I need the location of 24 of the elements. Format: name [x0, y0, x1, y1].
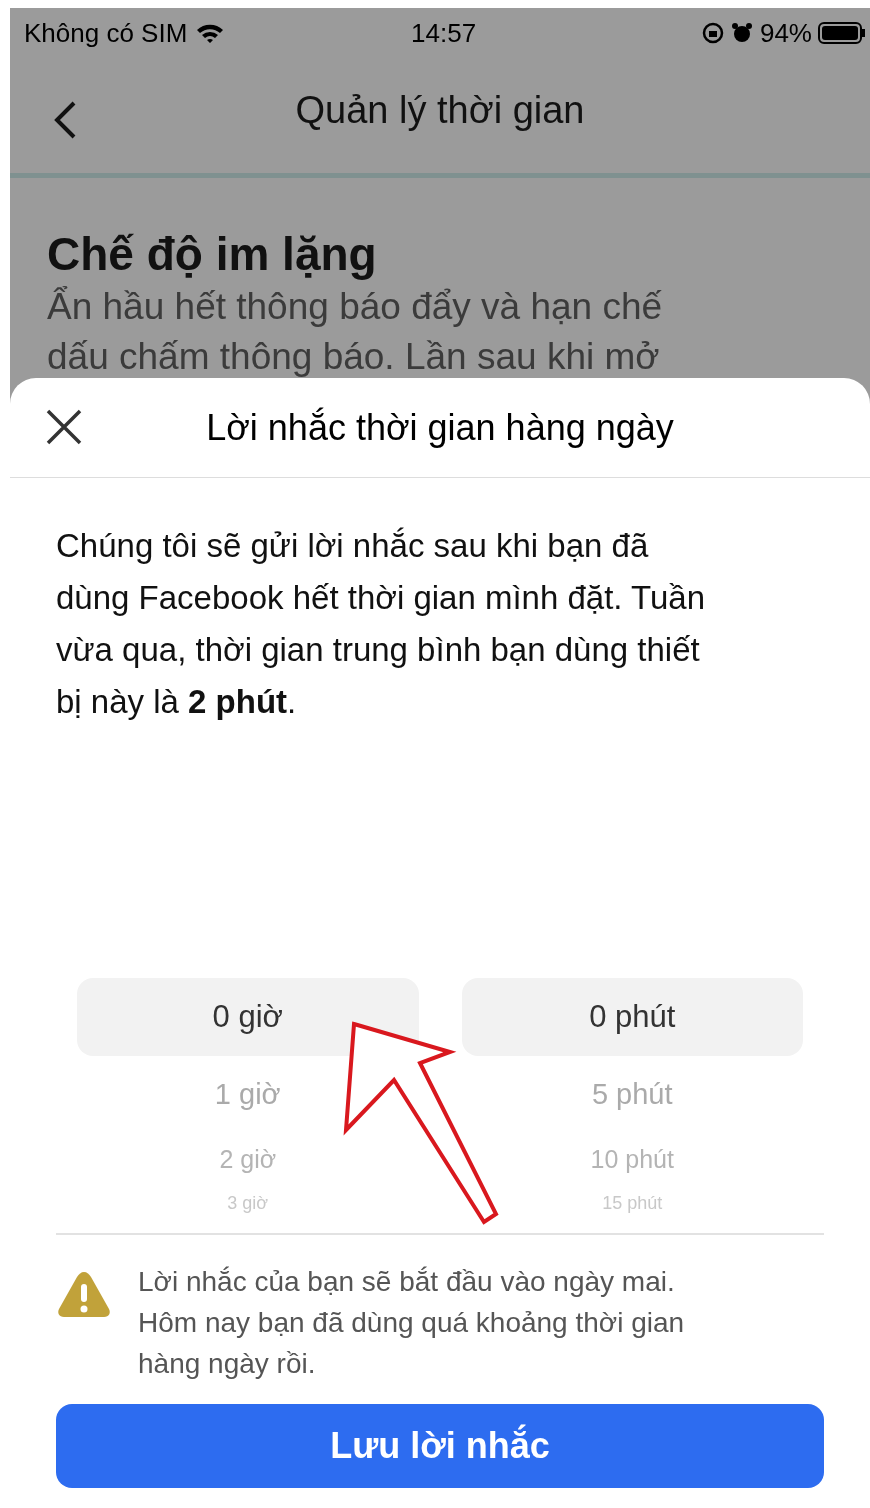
battery-text: 94% — [759, 16, 812, 50]
back-icon[interactable] — [52, 100, 78, 140]
picker-option[interactable]: 2 giờ — [219, 1141, 277, 1179]
warning-text: Lời nhắc của bạn sẽ bắt đầu vào ngày mai. Hôm nay bạn đã dùng quá khoảng thời gian hàng ngày rồi. — [138, 1265, 685, 1381]
picker-selected-option[interactable]: 0 giờ — [77, 978, 419, 1056]
page-title: Quản lý thời gian — [295, 88, 585, 133]
battery-icon — [818, 21, 866, 45]
save-button[interactable]: Lưu lời nhắc — [56, 1404, 824, 1488]
section-description: Ẩn hầu hết thông báo đẩy và hạn chế — [47, 285, 664, 329]
section-description: dấu chấm thông báo. Lần sau khi mở — [47, 335, 661, 379]
picker-option[interactable]: 5 phút — [591, 1073, 673, 1117]
warning-icon — [56, 1269, 112, 1319]
alarm-icon — [729, 21, 754, 45]
picker-option[interactable]: 1 giờ — [214, 1073, 281, 1117]
picker-selected-option[interactable]: 0 phút — [461, 978, 803, 1056]
description-text: Chúng tôi sẽ gửi lời nhắc sau khi bạn đã dùng Facebook hết thời gian mình đặt. Tuần vừa qua, thời gian trung bình bạn dùng thiết bị này là 2 phút. — [56, 526, 706, 722]
carrier-text: Không có SIM — [24, 16, 188, 50]
section-heading: Chế độ im lặng — [47, 227, 378, 282]
clock-text: 14:57 — [411, 16, 477, 50]
wifi-icon — [195, 22, 226, 44]
close-icon[interactable] — [46, 409, 82, 445]
picker-option[interactable]: 10 phút — [590, 1141, 674, 1179]
rotation-lock-icon — [701, 22, 724, 44]
sheet-title: Lời nhắc thời gian hàng ngày — [206, 405, 674, 450]
